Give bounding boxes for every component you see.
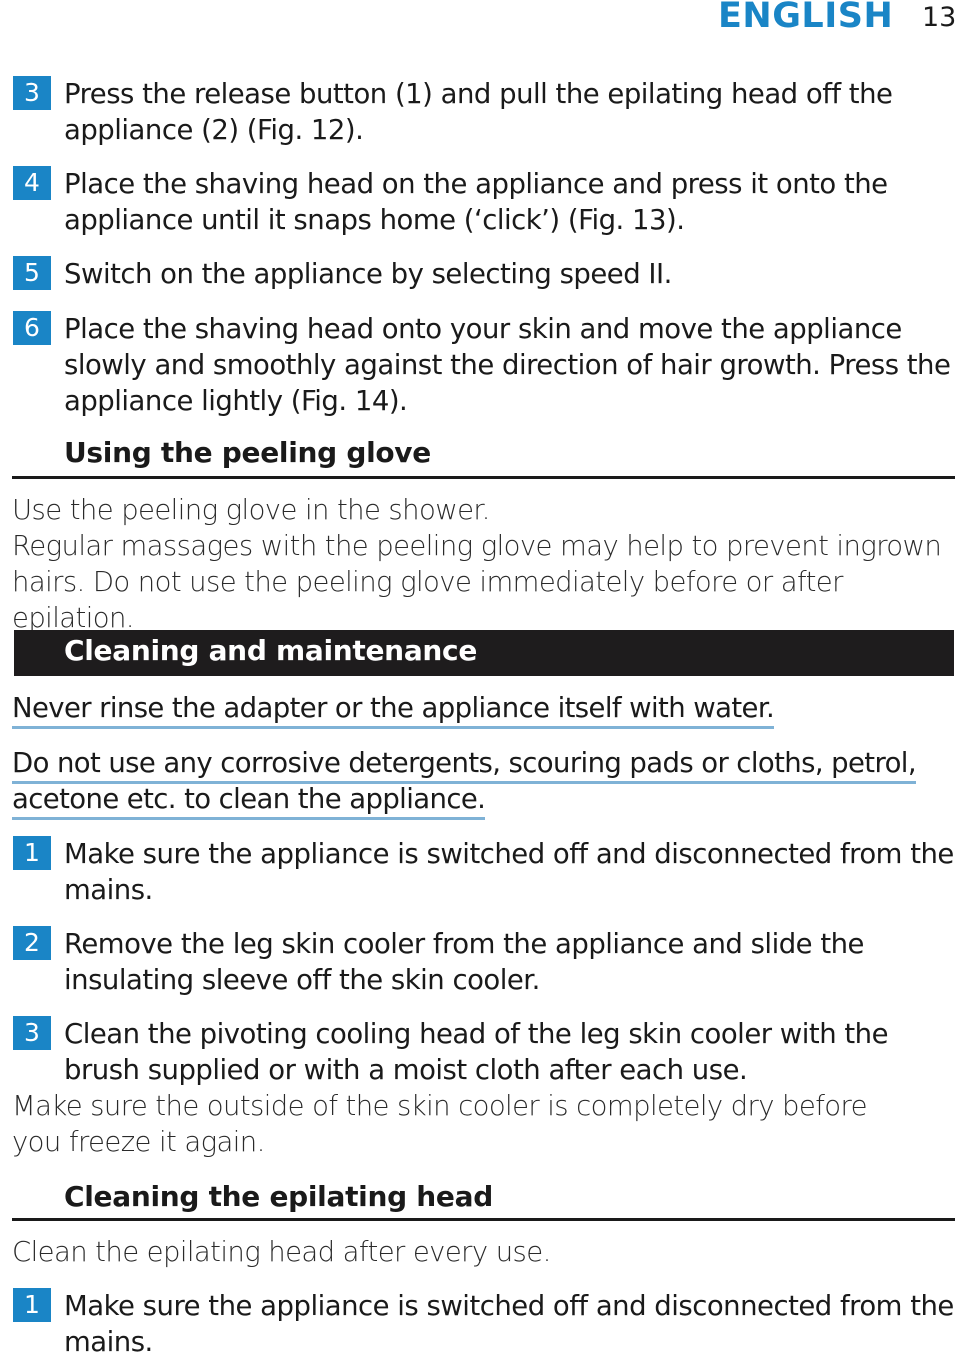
step-text: Place the shaving head on the appliance … [64,168,888,236]
manual-page: ENGLISH 13 3 Press the release button (1… [0,0,960,1358]
step-text: Make sure the appliance is switched off … [64,1290,954,1358]
warning-line: Never rinse the adapter or the appliance… [12,691,775,729]
step-number-badge: 3 [13,76,51,110]
paragraph: Regular massages with the peeling glove … [12,530,942,634]
step-number-badge: 3 [13,1016,51,1050]
warning-text: Never rinse the adapter or the appliance… [12,690,775,729]
section-banner-cleaning: Cleaning and maintenance [14,630,954,676]
paragraph: Use the peeling glove in the shower. [12,494,490,526]
section-divider [12,476,955,479]
warning-line: acetone etc. to clean the appliance. [12,782,486,820]
step-text: Place the shaving head onto your skin an… [64,313,951,417]
page-number: 13 [922,2,957,33]
language-header: ENGLISH [718,0,894,36]
step-text: Switch on the appliance by selecting spe… [64,258,672,290]
step-text: Remove the leg skin cooler from the appl… [64,928,864,996]
step-text: Clean the pivoting cooling head of the l… [64,1018,889,1086]
warning-text: acetone etc. to clean the appliance. [12,781,486,820]
step-number-badge: 1 [13,1288,51,1322]
step-number-badge: 4 [13,166,51,200]
warning-text: Do not use any corrosive detergents, sco… [12,745,917,784]
step-number-badge: 6 [13,311,51,345]
step-number-badge: 5 [13,256,51,290]
section-heading-cleaning: Cleaning and maintenance [64,634,478,667]
warning-line: Do not use any corrosive detergents, sco… [12,746,917,784]
note-text: Make sure the outside of the skin cooler… [12,1090,868,1158]
step-text: Make sure the appliance is switched off … [64,838,954,906]
section-divider [12,1218,955,1221]
step-text: Press the release button (1) and pull th… [64,78,893,146]
section-heading-epilating-head: Cleaning the epilating head [64,1180,493,1213]
step-number-badge: 1 [13,836,51,870]
step-number-badge: 2 [13,926,51,960]
section-heading-peeling-glove: Using the peeling glove [64,436,431,469]
paragraph: Clean the epilating head after every use… [12,1236,551,1268]
